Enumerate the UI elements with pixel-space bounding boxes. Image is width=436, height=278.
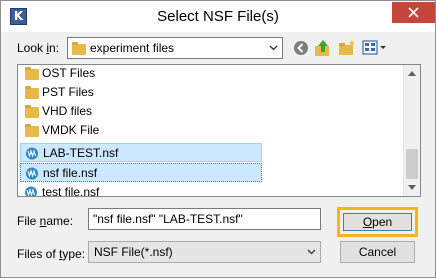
cancel-button[interactable]: Cancel bbox=[340, 241, 415, 263]
new-folder-icon bbox=[339, 40, 355, 55]
folder-icon bbox=[25, 105, 39, 118]
look-in-dropdown[interactable]: experiment files bbox=[67, 37, 283, 59]
up-folder-icon bbox=[315, 40, 329, 56]
title-bar[interactable]: K Select NSF File(s) bbox=[1, 1, 435, 32]
folder-icon bbox=[25, 124, 39, 137]
file-name-label-prefix: File bbox=[17, 214, 40, 228]
list-item-label: test file.nsf bbox=[42, 185, 100, 197]
list-item-label: VMDK File bbox=[42, 123, 100, 137]
file-type-value: NSF File(*.nsf) bbox=[94, 245, 173, 259]
folder-icon bbox=[72, 42, 86, 55]
up-folder-button[interactable] bbox=[313, 38, 333, 58]
select-nsf-dialog: K Select NSF File(s) Look in: experiment… bbox=[0, 0, 436, 278]
file-name-value: "nsf file.nsf" "LAB-TEST.nsf" bbox=[93, 212, 243, 226]
scrollbar-thumb[interactable] bbox=[406, 149, 418, 179]
list-item-vhd-files[interactable]: VHD files bbox=[20, 102, 262, 121]
views-menu-icon bbox=[362, 40, 386, 55]
scroll-up-icon[interactable] bbox=[408, 71, 416, 76]
close-button[interactable] bbox=[392, 2, 435, 23]
look-in-value: experiment files bbox=[90, 41, 175, 55]
new-folder-button[interactable] bbox=[337, 38, 357, 58]
open-button[interactable]: Open bbox=[343, 213, 412, 231]
chevron-down-icon bbox=[307, 249, 316, 255]
look-in-label-suffix: n: bbox=[49, 41, 60, 55]
nsf-file-icon bbox=[25, 186, 37, 196]
file-name-label-suffix: ame: bbox=[46, 214, 74, 228]
list-item-pst-files[interactable]: PST Files bbox=[20, 83, 262, 102]
list-item-nsf-file-nsf[interactable]: nsf file.nsf bbox=[20, 163, 262, 182]
list-item-label: LAB-TEST.nsf bbox=[43, 146, 119, 160]
file-name-label: File name: bbox=[17, 214, 73, 228]
dialog-title: Select NSF File(s) bbox=[157, 8, 279, 25]
chevron-down-icon bbox=[269, 45, 278, 51]
file-type-label-suffix: ype: bbox=[62, 247, 86, 261]
list-item-label: OST Files bbox=[42, 66, 96, 80]
nsf-file-icon bbox=[26, 147, 38, 160]
look-in-label-prefix: Look bbox=[17, 41, 47, 55]
folder-icon bbox=[25, 67, 39, 80]
file-name-input[interactable]: "nsf file.nsf" "LAB-TEST.nsf" bbox=[88, 208, 321, 230]
list-item-label: VHD files bbox=[42, 104, 93, 118]
file-type-label-prefix: Files of bbox=[17, 247, 60, 261]
list-item-label: nsf file.nsf bbox=[43, 166, 98, 180]
nsf-file-icon bbox=[26, 167, 38, 180]
views-menu-button[interactable] bbox=[361, 38, 387, 58]
close-icon bbox=[408, 7, 419, 18]
list-item-label: PST Files bbox=[42, 85, 94, 99]
look-in-label: Look in: bbox=[17, 41, 59, 55]
list-item-test-file-nsf[interactable]: test file.nsf bbox=[20, 183, 262, 197]
folder-icon bbox=[25, 86, 39, 99]
back-icon bbox=[294, 41, 308, 55]
scroll-down-icon[interactable] bbox=[408, 185, 416, 190]
open-button-label: pen bbox=[372, 215, 393, 229]
list-item-ost-files[interactable]: OST Files bbox=[20, 65, 262, 83]
list-item-lab-test-nsf[interactable]: LAB-TEST.nsf bbox=[20, 143, 262, 162]
open-button-mnemonic: O bbox=[362, 215, 373, 229]
file-type-dropdown[interactable]: NSF File(*.nsf) bbox=[88, 241, 321, 263]
back-button[interactable] bbox=[291, 38, 311, 58]
file-type-label: Files of type: bbox=[17, 247, 85, 261]
open-button-highlight: Open bbox=[337, 207, 418, 237]
list-item-vmdk-file[interactable]: VMDK File bbox=[20, 121, 262, 140]
vertical-scrollbar[interactable] bbox=[403, 65, 420, 196]
file-list[interactable]: OST Files PST Files VHD files VMDK File … bbox=[17, 64, 421, 197]
